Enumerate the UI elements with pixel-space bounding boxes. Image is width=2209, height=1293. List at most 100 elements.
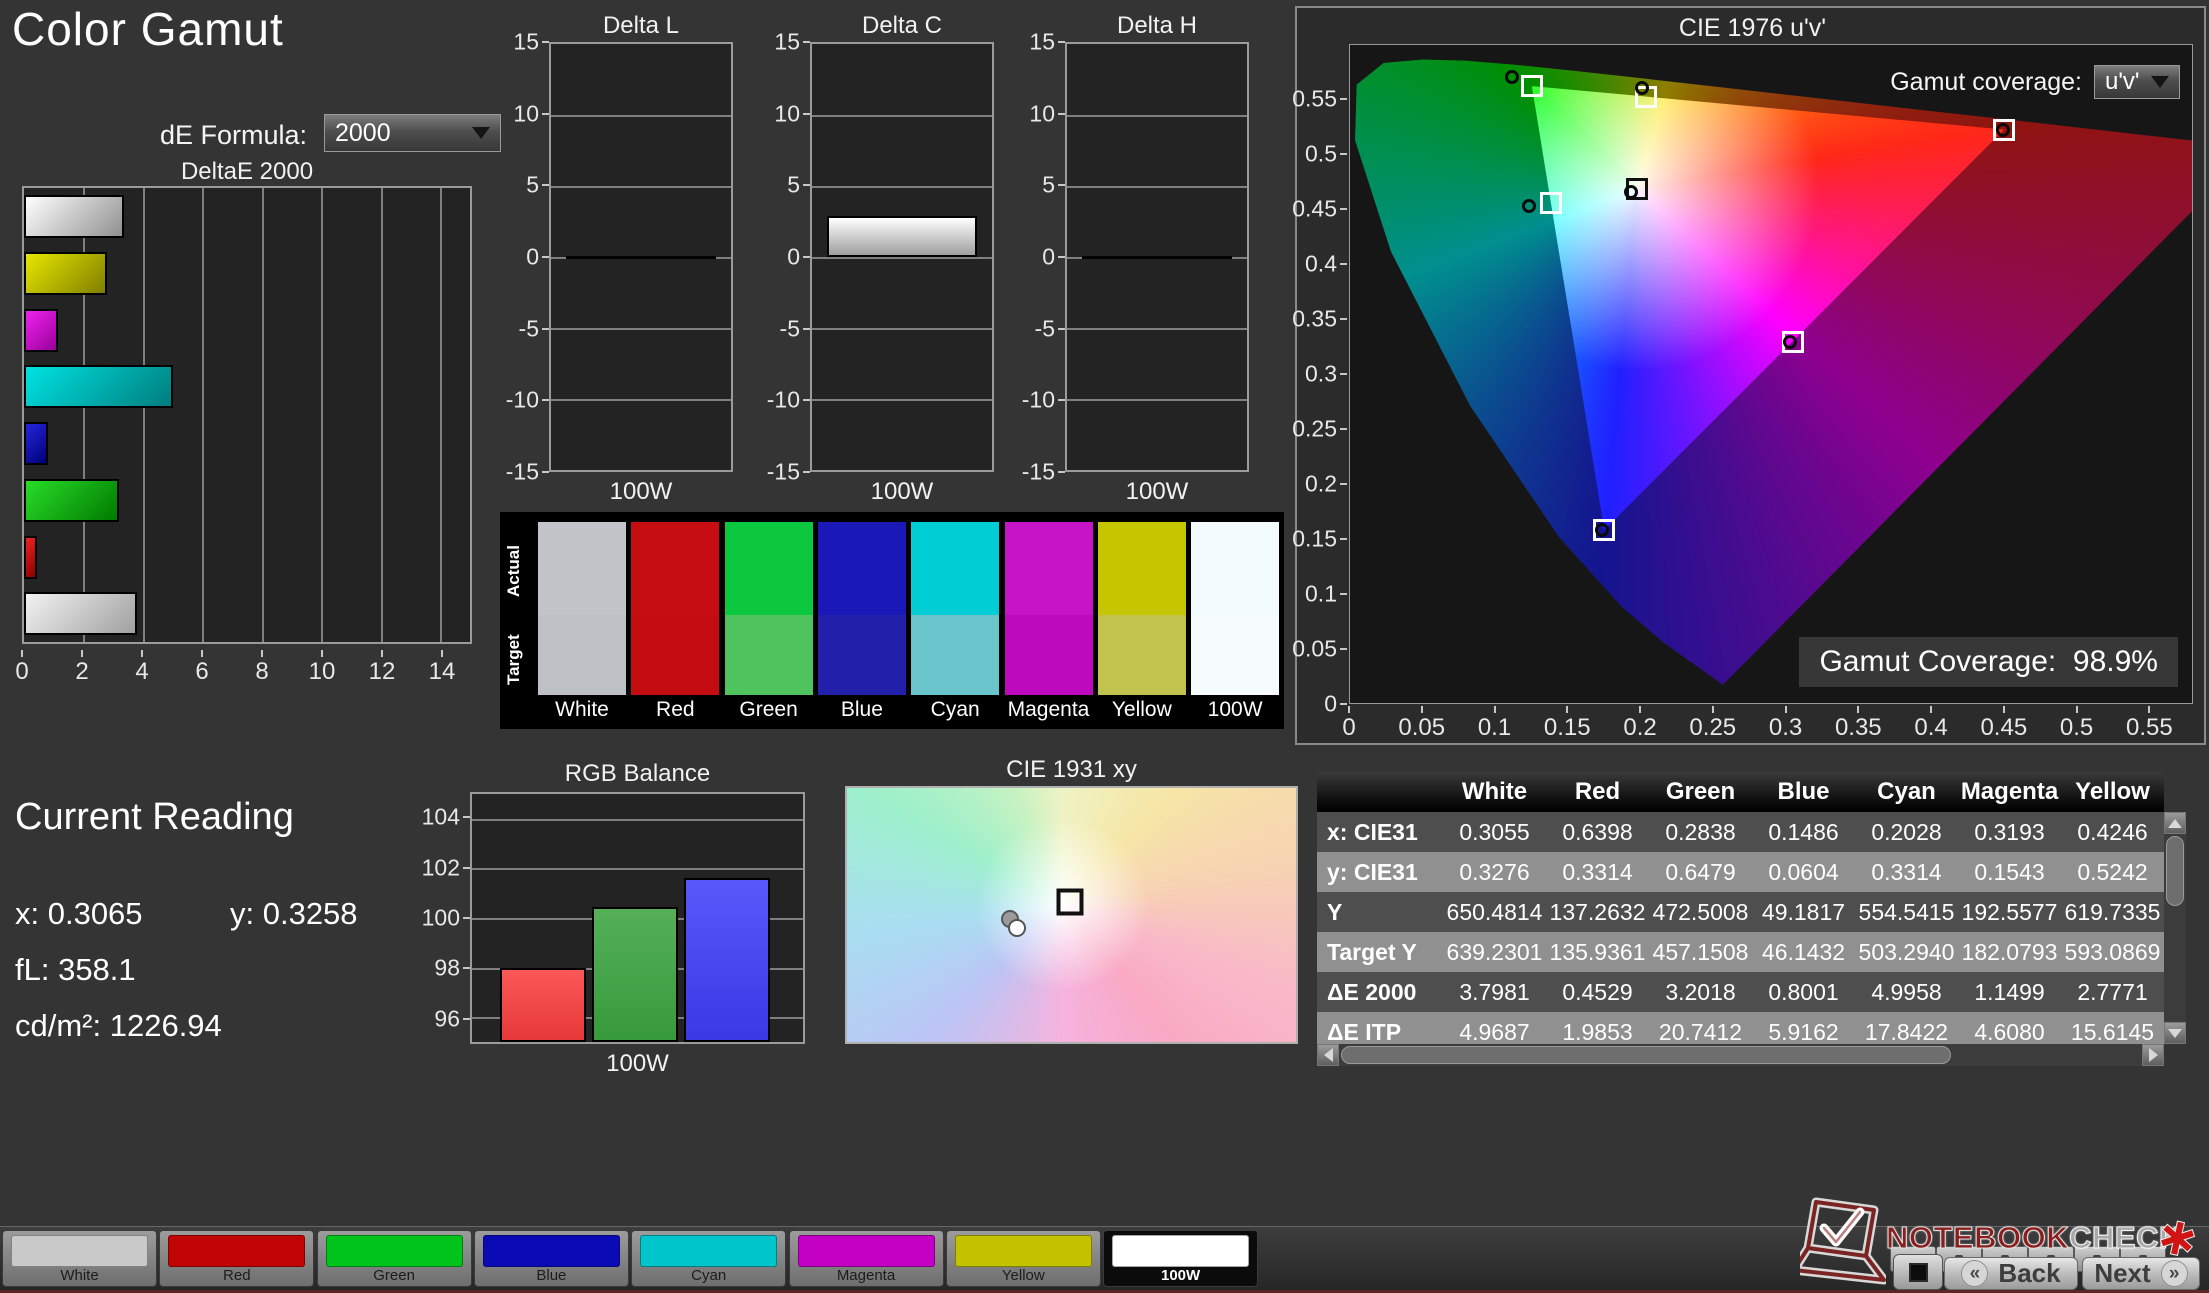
deltae-bar-yellow [24,251,107,295]
swatch-row-label-target: Target [504,634,523,686]
table-vertical-scrollbar[interactable] [2164,812,2186,1044]
measurement-table-body: x: CIE31 0.3055 0.6398 0.2838 0.1486 0.2028 0.… [1317,812,2164,1044]
rgb-bar-blue [684,878,770,1042]
axis-tick-mark [542,41,549,43]
chevron-left-icon [1323,1048,1333,1062]
table-cell: 49.1817 [1761,899,1846,925]
current-reading-fl: fL: 358.1 [15,952,136,987]
pattern-tile-green[interactable]: Green [316,1230,472,1287]
axis-tick-label: 0.45 [1292,195,1337,222]
chevron-down-icon [2168,1028,2182,1038]
pattern-tile-magenta[interactable]: Magenta [788,1230,944,1287]
scroll-left-button[interactable] [1317,1044,1339,1066]
delta-l-plot [549,42,733,472]
axis-tick-label: 100 [421,904,460,931]
scroll-down-button[interactable] [2164,1022,2186,1044]
pattern-tile-blue[interactable]: Blue [473,1230,629,1287]
delta-bar [827,215,977,257]
green-actual-marker [1504,69,1519,84]
axis-tick-mark [1058,471,1065,473]
axis-tick-mark [1340,262,1347,265]
page-title: Color Gamut [12,3,284,55]
axis-tick-label: 0.05 [1292,635,1337,662]
table-cell: 503.2940 [1858,939,1955,965]
axis-tick-label: 0.4 [1305,250,1337,277]
pattern-tile-cyan[interactable]: Cyan [631,1230,787,1287]
axis-tick-mark [1566,706,1569,713]
table-row: Y 650.4814 137.2632 472.5008 49.1817 554.5415… [1317,892,2164,932]
color-gamut-window: Color Gamut dE Formula: 2000 DeltaE 2000… [0,0,2209,1293]
axis-tick-label: 0.55 [2125,714,2173,741]
table-horizontal-scrollbar[interactable] [1317,1044,2164,1066]
axis-tick-mark [1058,184,1065,187]
rgb-balance-chart: RGB Balance 104 102 100 98 96 100W [414,760,805,1077]
axis-tick-mark [1348,706,1350,713]
pattern-tile-yellow[interactable]: Yellow [945,1230,1101,1287]
axis-tick-label: 0.45 [1980,714,2028,741]
table-cell: 457.1508 [1652,939,1749,965]
swatch-column-cyan: Cyan [911,522,1000,725]
scroll-up-button[interactable] [2164,812,2186,834]
deltae2000-chart-title: DeltaE 2000 [180,158,314,185]
axis-tick-mark [542,399,549,402]
pattern-swatch [797,1235,935,1267]
axis-tick-label: 15 [1029,28,1055,55]
swatch-actual [631,522,720,615]
axis-tick-mark [542,184,549,187]
axis-tick-mark [320,650,323,657]
swatch-actual [538,522,626,615]
axis-tick-mark [803,112,810,115]
axis-tick-label: 96 [434,1005,460,1032]
table-cell: 0.8001 [1768,979,1839,1005]
pattern-tile-white[interactable]: White [2,1230,157,1287]
axis-tick-mark [2148,706,2151,713]
current-reading-heading: Current Reading [15,796,294,838]
axis-tick-label: 8 [255,658,269,685]
white-actual-marker [1624,184,1639,199]
pattern-tile-red[interactable]: Red [159,1230,315,1287]
gridline [812,257,992,259]
axis-tick-mark [542,256,549,258]
gamut-coverage-dropdown[interactable]: u'v' [2094,65,2180,99]
axis-tick-mark [260,650,263,657]
delta-chart-title: Delta L [602,12,680,39]
axis-tick-label: 12 [368,658,396,685]
table-vscroll-thumb[interactable] [2166,836,2184,906]
table-header-cell: Red [1574,778,1621,805]
table-row: Target Y 639.2301 135.9361 457.1508 46.1432 5… [1317,932,2164,972]
cie1931-title: CIE 1931 xy [1006,756,1137,783]
axis-tick-label: 10 [308,658,336,685]
gridline [1067,114,1247,117]
pattern-tile-label: Magenta [836,1267,896,1284]
de-formula-dropdown[interactable]: 2000 [324,114,501,152]
table-cell: 4.9687 [1459,1019,1530,1044]
axis-tick-label: 98 [434,954,460,981]
swatch-label: Yellow [1111,698,1172,721]
pattern-tile-100w[interactable]: 100W [1103,1230,1259,1287]
axis-tick-mark [2002,706,2005,713]
asterisk-icon: ✱ [2153,1209,2203,1269]
deltae-bar-green [24,478,120,522]
table-cell: 0.3314 [1871,859,1942,885]
axis-tick-label: 102 [421,854,460,881]
swatch-target [631,615,720,695]
gridline [202,188,205,642]
cyan-actual-marker [1522,198,1537,213]
table-cell: 3.2018 [1665,979,1736,1005]
swatch-column-100w: 100W [1191,522,1280,725]
swatch-actual [817,522,906,615]
table-cell: 554.5415 [1858,899,1955,925]
pattern-tile-label: Green [373,1267,415,1284]
gamut-coverage-label: Gamut coverage: [1890,67,2082,96]
axis-tick-mark [1340,482,1347,485]
axis-tick-mark [803,399,810,402]
axis-tick-mark [1058,399,1065,402]
table-row: x: CIE31 0.3055 0.6398 0.2838 0.1486 0.2028 0.… [1317,812,2164,852]
table-hscroll-thumb[interactable] [1341,1046,1951,1064]
scroll-right-button[interactable] [2142,1044,2164,1066]
table-cell: 137.2632 [1549,899,1646,925]
axis-tick-label: 0 [1324,690,1337,717]
delta-h-chart: Delta H 15 10 5 0 -5 -10 -15 100W [1005,12,1249,512]
gridline [1067,185,1247,188]
axis-tick-label: 0.5 [2059,714,2094,741]
